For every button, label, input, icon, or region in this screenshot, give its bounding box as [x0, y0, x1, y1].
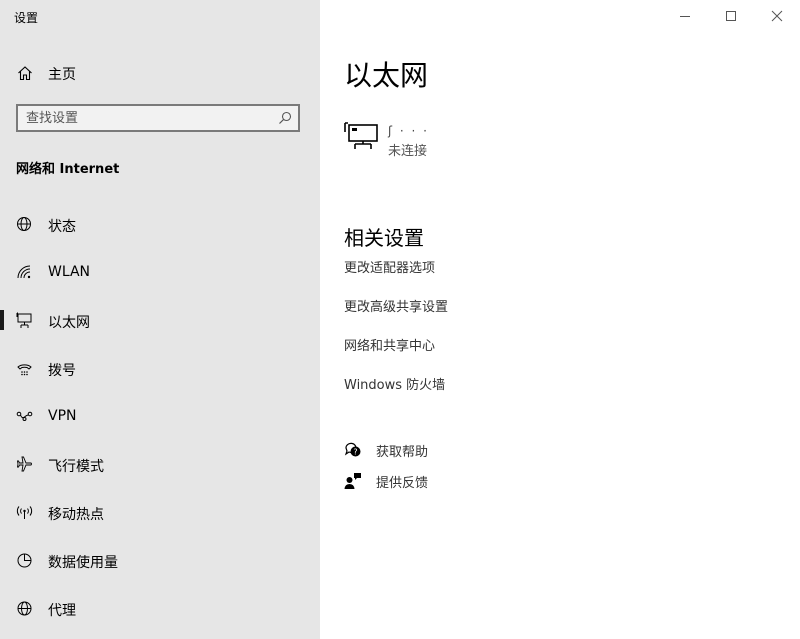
link-change-adapter-options[interactable]: 更改适配器选项: [344, 257, 435, 276]
ethernet-icon: [16, 312, 32, 328]
home-icon: [18, 66, 32, 81]
sidebar-item-label: 以太网: [48, 315, 90, 331]
search-icon[interactable]: [278, 111, 292, 125]
search-input[interactable]: [26, 109, 266, 127]
vpn-icon: [16, 411, 33, 421]
connection-name[interactable]: ʃ · · ·: [388, 124, 429, 138]
maximize-icon: [726, 11, 736, 21]
page-title: 以太网: [344, 59, 429, 92]
sidebar: 设置 主页 网络和 Internet 状态 WLAN: [0, 0, 320, 639]
close-icon: [771, 10, 783, 22]
app-title: 设置: [14, 11, 39, 25]
help-chat-icon: ?: [344, 442, 361, 457]
home-label: 主页: [48, 67, 76, 83]
search-box[interactable]: [16, 104, 300, 132]
sidebar-item-vpn[interactable]: VPN: [0, 392, 320, 440]
svg-text:?: ?: [353, 448, 357, 457]
feedback-icon: [344, 473, 361, 489]
sidebar-item-label: 代理: [48, 603, 76, 619]
home-nav-item[interactable]: 主页: [0, 56, 320, 90]
sidebar-item-label: WLAN: [48, 264, 91, 280]
minimize-button[interactable]: [662, 0, 708, 32]
link-advanced-sharing-settings[interactable]: 更改高级共享设置: [344, 296, 448, 315]
sidebar-item-data-usage[interactable]: 数据使用量: [0, 536, 320, 584]
sidebar-item-label: 移动热点: [48, 507, 104, 523]
give-feedback-label: 提供反馈: [376, 476, 429, 491]
minimize-icon: [680, 16, 690, 17]
connection-status: 未连接: [388, 144, 428, 159]
sidebar-item-wlan[interactable]: WLAN: [0, 248, 320, 296]
airplane-icon: [16, 456, 32, 472]
data-usage-icon: [17, 553, 32, 568]
sidebar-item-label: 数据使用量: [48, 555, 118, 571]
link-windows-firewall[interactable]: Windows 防火墙: [344, 374, 445, 393]
content-pane: 以太网 ʃ · · · 未连接 相关设置 更改适配器选项 更改高级共享设置 网络…: [320, 0, 800, 639]
section-title: 网络和 Internet: [16, 162, 120, 177]
give-feedback-link[interactable]: 提供反馈: [344, 470, 544, 492]
wifi-icon: [17, 265, 31, 279]
sidebar-item-label: 状态: [48, 219, 76, 235]
sidebar-item-label: VPN: [48, 408, 77, 424]
get-help-label: 获取帮助: [376, 445, 429, 460]
globe-proxy-icon: [17, 601, 32, 616]
sidebar-item-label: 飞行模式: [48, 459, 104, 475]
hotspot-icon: [16, 506, 33, 519]
get-help-link[interactable]: ? 获取帮助: [344, 439, 544, 461]
sidebar-item-hotspot[interactable]: 移动热点: [0, 488, 320, 536]
globe-status-icon: [17, 217, 31, 231]
dialup-icon: [17, 364, 32, 376]
link-network-sharing-center[interactable]: 网络和共享中心: [344, 335, 435, 354]
close-button[interactable]: [754, 0, 800, 32]
sidebar-item-dialup[interactable]: 拨号: [0, 344, 320, 392]
related-settings-title: 相关设置: [344, 226, 424, 250]
sidebar-item-label: 拨号: [48, 363, 76, 379]
sidebar-item-ethernet[interactable]: 以太网: [0, 296, 320, 344]
sidebar-item-airplane[interactable]: 飞行模式: [0, 440, 320, 488]
maximize-button[interactable]: [708, 0, 754, 32]
sidebar-item-status[interactable]: 状态: [0, 200, 320, 248]
sidebar-item-proxy[interactable]: 代理: [0, 584, 320, 632]
ethernet-connection-icon[interactable]: [344, 122, 378, 150]
